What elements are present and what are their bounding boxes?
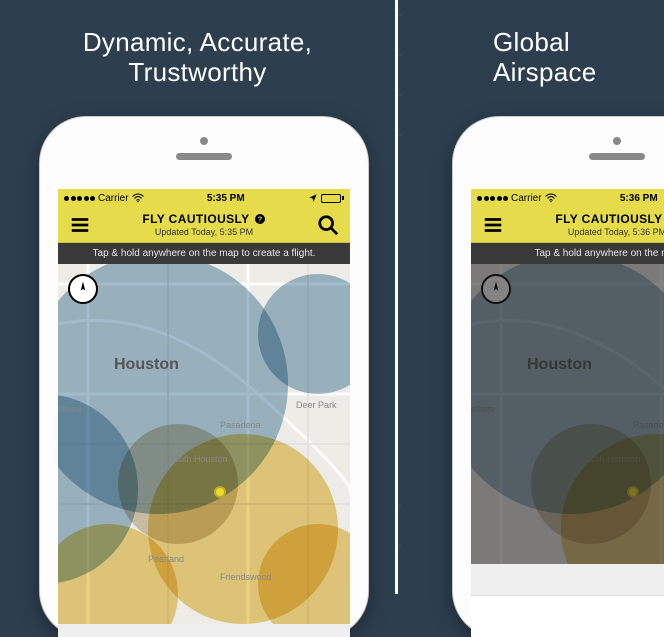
- user-location-pin: [214, 486, 226, 498]
- user-location-pin: [627, 486, 639, 498]
- svg-text:?: ?: [257, 215, 262, 224]
- compass-button[interactable]: [68, 274, 98, 304]
- help-icon[interactable]: ?: [254, 213, 266, 225]
- phone-mockup: Carrier 5:35 PM FLY CAUTIOUSLY ?: [40, 117, 368, 637]
- menu-button[interactable]: [481, 213, 505, 237]
- header-title: FLY CAUTIOUSLY: [142, 212, 249, 226]
- map-label-south-houston: South Houston: [168, 454, 228, 464]
- map-canvas[interactable]: Houston Bellaire Pasadena South Houston: [471, 264, 664, 564]
- map-label-pasadena: Pasadena: [633, 420, 664, 430]
- app-header: FLY CAUTIOUSLY ? Updated Today, 5:36 PM: [471, 207, 664, 243]
- header-title-block: FLY CAUTIOUSLY ? Updated Today, 5:35 PM: [142, 212, 265, 237]
- phone-camera-dot: [613, 137, 621, 145]
- signal-dots-icon: [477, 196, 508, 201]
- menu-button[interactable]: [68, 213, 92, 237]
- carrier-label: Carrier: [98, 193, 129, 204]
- header-title-block: FLY CAUTIOUSLY ? Updated Today, 5:36 PM: [555, 212, 664, 237]
- clock-label: 5:36 PM: [620, 193, 658, 204]
- clock-label: 5:35 PM: [207, 193, 245, 204]
- phone-speaker: [176, 153, 232, 160]
- compass-needle-icon: [487, 280, 505, 298]
- hint-bar: Tap & hold anywhere on the map to c: [471, 243, 664, 264]
- map-canvas[interactable]: Houston Bellaire Pasadena Deer Park Sout…: [58, 264, 350, 624]
- phone-mockup: Carrier 5:36 PM FLY CAUTIOUSLY ?: [453, 117, 664, 637]
- slide-headline: Dynamic, Accurate, Trustworthy: [0, 28, 395, 88]
- hamburger-icon: [69, 214, 91, 236]
- map-label-bellaire: Bellaire: [471, 404, 495, 414]
- map-city-label: Houston: [114, 356, 179, 374]
- location-icon: [308, 193, 318, 203]
- hamburger-icon: [482, 214, 504, 236]
- slide-headline: Global Airspace: [401, 28, 664, 88]
- promo-slide-right: Global Airspace Carrier 5:36 PM: [401, 0, 664, 594]
- compass-button[interactable]: [481, 274, 511, 304]
- app-header: FLY CAUTIOUSLY ? Updated Today, 5:35 PM: [58, 207, 350, 243]
- wifi-icon: [132, 193, 144, 203]
- hint-bar: Tap & hold anywhere on the map to create…: [58, 243, 350, 264]
- battery-icon: [321, 194, 344, 203]
- map-label-bellaire: Bellaire: [58, 404, 82, 414]
- promo-slide-left: Dynamic, Accurate, Trustworthy Carrier 5…: [0, 0, 398, 594]
- wifi-icon: [545, 193, 557, 203]
- map-label-pearland: Pearland: [148, 554, 184, 564]
- map-city-label: Houston: [527, 356, 592, 374]
- ios-status-bar: Carrier 5:36 PM: [471, 189, 664, 207]
- airspace-zone-overlap: [118, 424, 238, 544]
- map-label-deerpark: Deer Park: [296, 400, 337, 410]
- map-label-friendswood: Friendswood: [220, 572, 272, 582]
- map-label-pasadena: Pasadena: [220, 420, 261, 430]
- airspace-zone-yellow: [561, 434, 664, 564]
- compass-needle-icon: [74, 280, 92, 298]
- map-label-south-houston: South Houston: [581, 454, 641, 464]
- airspace-zone-blue: [471, 264, 664, 514]
- header-title: FLY CAUTIOUSLY: [555, 212, 662, 226]
- phone-screen: Carrier 5:36 PM FLY CAUTIOUSLY ?: [471, 189, 664, 637]
- carrier-label: Carrier: [511, 193, 542, 204]
- header-subtitle: Updated Today, 5:36 PM: [555, 227, 664, 237]
- bottom-sheet[interactable]: [471, 595, 664, 637]
- ios-status-bar: Carrier 5:35 PM: [58, 189, 350, 207]
- phone-speaker: [589, 153, 645, 160]
- map-roads: [471, 264, 664, 564]
- header-subtitle: Updated Today, 5:35 PM: [142, 227, 265, 237]
- airspace-zone-overlap: [531, 424, 651, 544]
- phone-screen: Carrier 5:35 PM FLY CAUTIOUSLY ?: [58, 189, 350, 637]
- signal-dots-icon: [64, 196, 95, 201]
- search-icon: [317, 214, 339, 236]
- phone-camera-dot: [200, 137, 208, 145]
- search-button[interactable]: [316, 213, 340, 237]
